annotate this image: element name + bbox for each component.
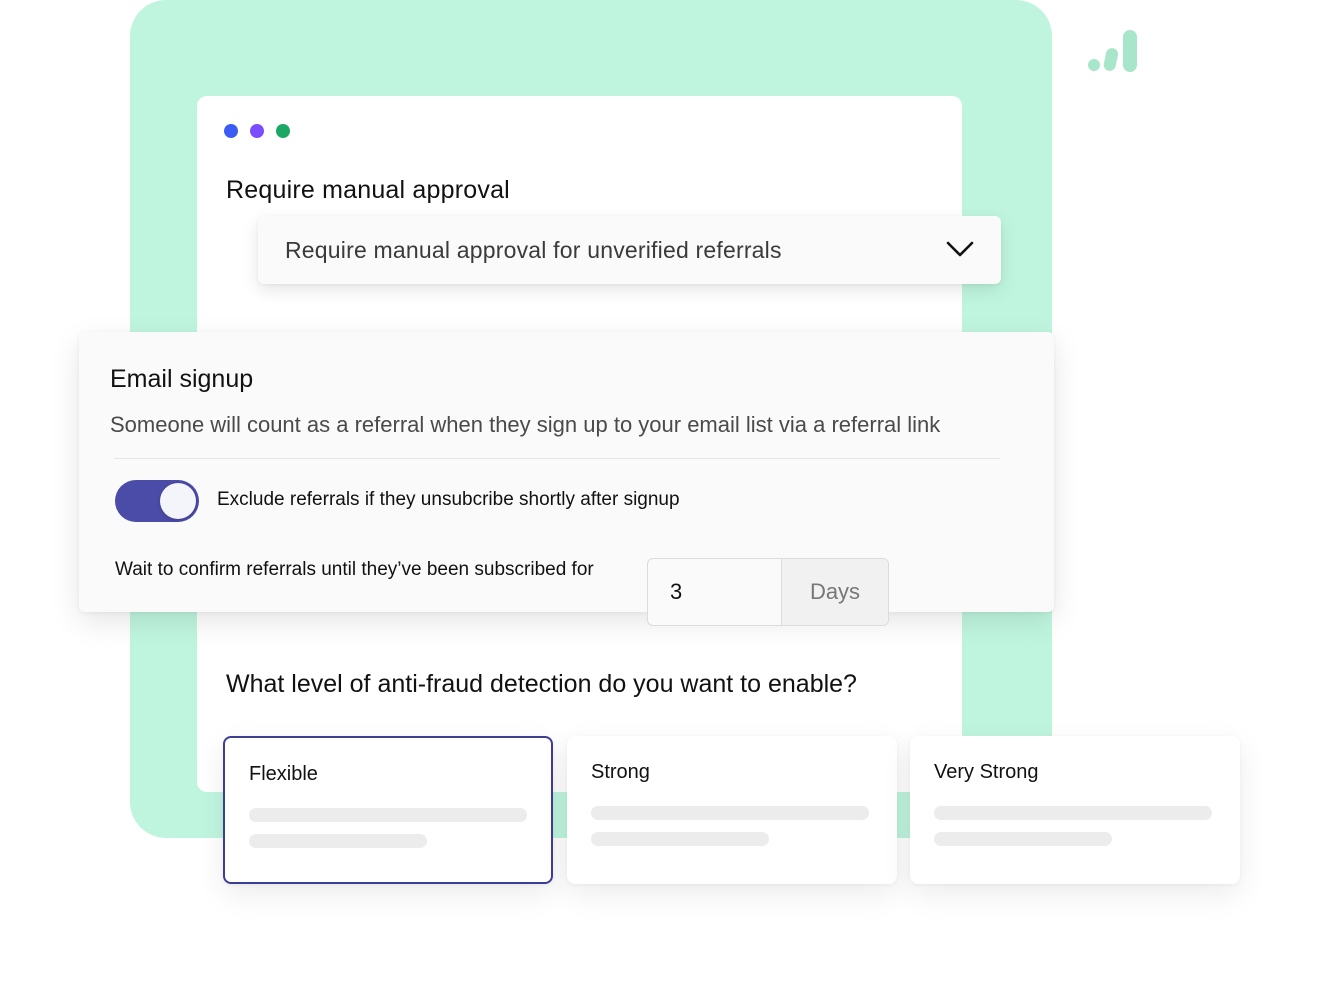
- toggle-knob: [160, 483, 196, 519]
- window-controls: [224, 124, 290, 138]
- fraud-level-label: Very Strong: [934, 761, 1039, 783]
- fraud-level-label: Strong: [591, 761, 650, 783]
- placeholder-line: [591, 806, 869, 820]
- divider: [114, 458, 1000, 459]
- fraud-level-option-strong[interactable]: Strong: [567, 736, 897, 884]
- placeholder-line: [934, 832, 1112, 846]
- window-dot-blue: [224, 124, 238, 138]
- approval-select[interactable]: Require manual approval for unverified r…: [258, 216, 1001, 284]
- fraud-level-question: What level of anti-fraud detection do yo…: [226, 670, 857, 698]
- wait-days-unit: Days: [782, 559, 888, 625]
- wait-days-input[interactable]: 3: [648, 559, 782, 625]
- window-dot-green: [276, 124, 290, 138]
- wait-period-label: Wait to confirm referrals until they’ve …: [115, 559, 594, 580]
- approval-section-title: Require manual approval: [226, 176, 510, 204]
- approval-select-value: Require manual approval for unverified r…: [285, 237, 782, 263]
- placeholder-line: [249, 834, 427, 848]
- email-signup-card: Email signup Someone will count as a ref…: [79, 332, 1054, 612]
- placeholder-line: [249, 808, 527, 822]
- email-signup-title: Email signup: [110, 365, 254, 393]
- wait-period-input-group: 3 Days: [647, 558, 889, 626]
- fraud-level-option-flexible[interactable]: Flexible: [223, 736, 553, 884]
- fraud-level-option-very-strong[interactable]: Very Strong: [910, 736, 1240, 884]
- signal-bars-logo-icon: [1088, 30, 1137, 72]
- chevron-down-icon: [946, 241, 974, 257]
- exclude-unsubscribes-label: Exclude referrals if they unsubcribe sho…: [217, 489, 680, 510]
- email-signup-description: Someone will count as a referral when th…: [110, 412, 941, 437]
- exclude-unsubscribes-toggle[interactable]: [115, 480, 199, 522]
- placeholder-line: [591, 832, 769, 846]
- window-dot-purple: [250, 124, 264, 138]
- placeholder-line: [934, 806, 1212, 820]
- fraud-level-label: Flexible: [249, 763, 318, 785]
